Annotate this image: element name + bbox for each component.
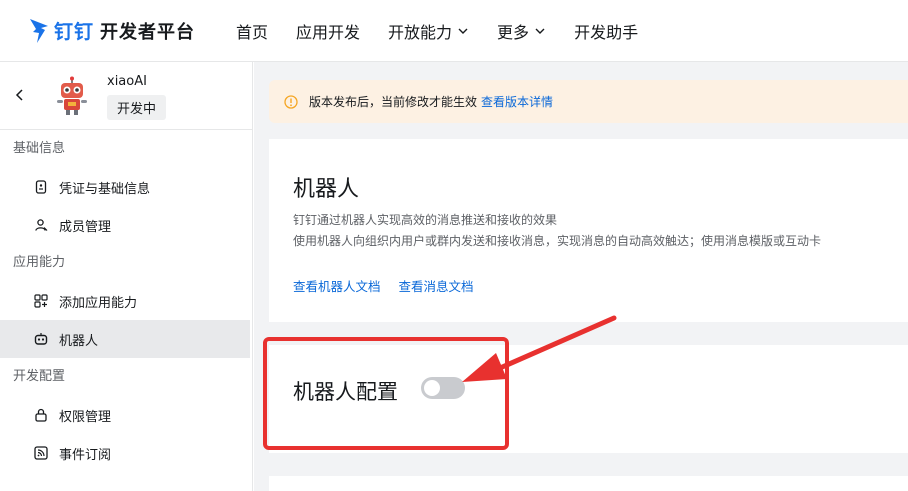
nav-home[interactable]: 首页	[236, 19, 268, 43]
chevron-down-icon	[458, 28, 468, 34]
status-badge: 开发中	[107, 95, 167, 120]
app-name: xiaoAI	[107, 74, 147, 89]
next-card	[269, 476, 908, 491]
app-avatar	[57, 76, 87, 115]
rss-icon	[34, 446, 48, 460]
lock-icon	[35, 408, 47, 422]
chevron-down-icon	[535, 28, 545, 34]
logo-subtitle: 开发者平台	[100, 21, 196, 43]
notice-text: 版本发布后，当前修改才能生效	[309, 95, 478, 109]
robot-docs-link[interactable]: 查看机器人文档	[293, 279, 381, 294]
nav-home-label: 首页	[236, 22, 269, 42]
id-card-icon	[35, 180, 47, 194]
nav-dev-assistant-label: 开发助手	[574, 22, 639, 42]
sidebar: xiaoAI 开发中 基础信息 凭证与基础信息 成员管理 应用能力 添加应用能力…	[0, 62, 253, 491]
sidebar-item-permissions[interactable]: 权限管理	[0, 396, 250, 434]
view-version-details-link[interactable]: 查看版本详情	[481, 93, 553, 110]
sidebar-item-members[interactable]: 成员管理	[0, 206, 250, 244]
sidebar-item-label: 成员管理	[59, 219, 112, 235]
robot-description-line-1: 钉钉通过机器人实现高效的消息推送和接收的效果	[293, 213, 558, 227]
grid-add-icon	[34, 294, 48, 308]
nav-app-dev[interactable]: 应用开发	[296, 19, 360, 43]
sidebar-item-credentials[interactable]: 凭证与基础信息	[0, 168, 250, 206]
logo[interactable]: 钉钉 开发者平台	[28, 16, 208, 46]
info-icon	[284, 94, 298, 109]
sidebar-item-events[interactable]: 事件订阅	[0, 434, 250, 472]
group-title-basic-info: 基础信息	[13, 141, 66, 156]
sidebar-item-label: 事件订阅	[59, 447, 112, 463]
sidebar-item-label: 凭证与基础信息	[59, 181, 151, 197]
sidebar-item-label: 权限管理	[59, 409, 112, 425]
group-title-dev-config: 开发配置	[13, 369, 66, 384]
page-title: 机器人	[293, 177, 360, 202]
annotation-highlight-box	[263, 337, 509, 450]
robot-icon	[34, 333, 48, 345]
robot-description-line-2: 使用机器人向组织内用户或群内发送和接收消息，实现消息的自动高效触达；使用消息模版…	[293, 234, 822, 248]
nav-open-capabilities-label: 开放能力	[388, 22, 453, 42]
nav-more[interactable]: 更多	[497, 19, 546, 43]
sidebar-item-label: 机器人	[59, 333, 99, 349]
message-docs-link[interactable]: 查看消息文档	[399, 279, 474, 294]
nav-more-label: 更多	[497, 22, 530, 42]
notice-banner: 版本发布后，当前修改才能生效 查看版本详情	[269, 80, 908, 123]
robot-info-card: 机器人 钉钉通过机器人实现高效的消息推送和接收的效果 使用机器人向组织内用户或群…	[269, 139, 908, 322]
doc-links: 查看机器人文档 查看消息文档	[293, 276, 488, 295]
top-navigation: 钉钉 开发者平台 首页 应用开发 开放能力 更多 开发助手	[0, 0, 908, 62]
robot-description: 钉钉通过机器人实现高效的消息推送和接收的效果 使用机器人向组织内用户或群内发送和…	[293, 210, 821, 252]
nav-app-dev-label: 应用开发	[296, 22, 361, 42]
nav-dev-assistant[interactable]: 开发助手	[574, 19, 638, 43]
sidebar-item-add-capability[interactable]: 添加应用能力	[0, 282, 250, 320]
chevron-left-icon[interactable]	[13, 88, 27, 102]
app-header: xiaoAI 开发中	[0, 62, 252, 130]
sidebar-item-robot[interactable]: 机器人	[0, 320, 250, 358]
group-title-app-capabilities: 应用能力	[13, 255, 66, 270]
sidebar-item-label: 添加应用能力	[59, 295, 138, 311]
nav-open-capabilities[interactable]: 开放能力	[388, 19, 469, 43]
logo-brand: 钉钉	[54, 21, 95, 43]
user-icon	[35, 219, 48, 231]
dingtalk-logo-icon	[30, 18, 48, 43]
